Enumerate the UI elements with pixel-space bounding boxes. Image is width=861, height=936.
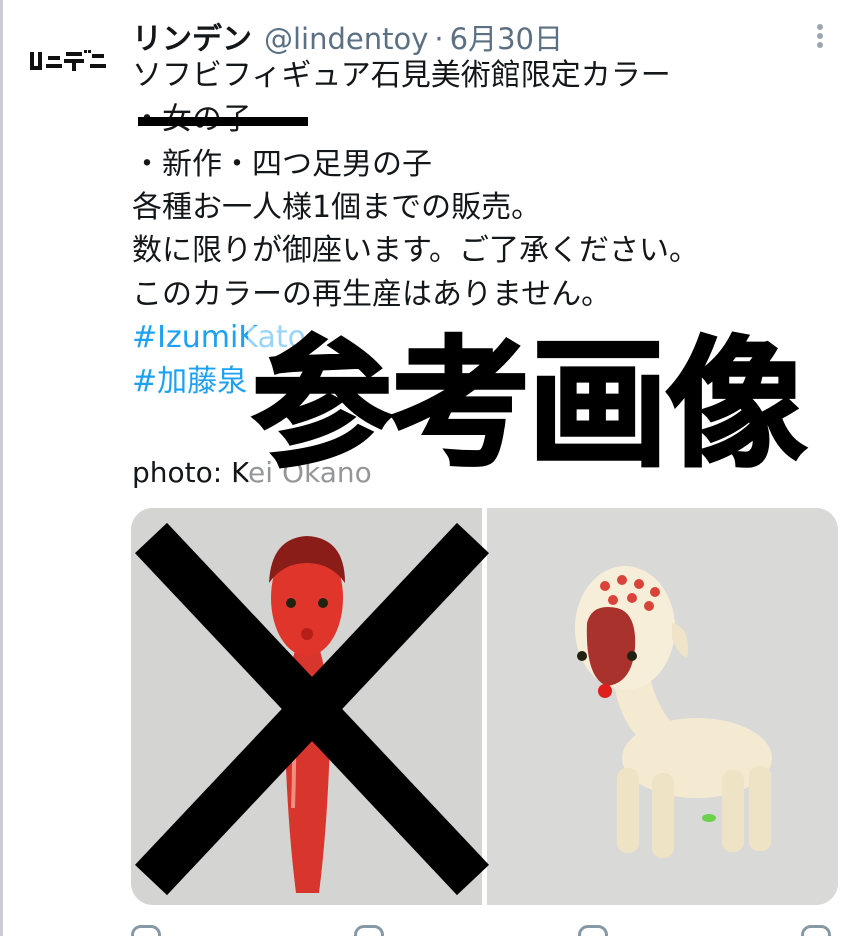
divider [0,0,3,936]
red-figure-photo[interactable] [131,508,482,905]
reply-icon[interactable] [131,925,161,936]
tweet-text-line: 各種お一人様1個までの販売。 [132,190,542,225]
more-options-icon[interactable] [812,24,828,52]
header-separator: · [434,22,444,56]
cream-figure-photo[interactable] [487,508,838,905]
tweet-text-line: このカラーの再生産はありません。 [132,277,612,312]
media-grid [131,508,838,905]
share-icon[interactable] [800,925,831,936]
reference-image-stamp: 参考画像 [248,324,809,487]
strikethrough-bar [138,117,308,126]
retweet-icon[interactable] [354,925,385,936]
like-icon[interactable] [577,925,608,936]
red-standing-figure-icon [131,508,482,905]
tweet-text-line: 数に限りが御座います。ご了承ください。 [132,233,699,268]
tweet-action-bar [131,925,831,936]
tweet-card[interactable]: リンデン @lindentoy · 6月30日 ソフビフィギュア石見美術館限定カ… [0,0,861,936]
cream-four-legged-figure-icon [487,508,838,905]
display-name[interactable]: リンデン [132,14,252,58]
tweet-text-line: ・新作・四つ足男の子 [132,147,432,182]
tweet-date[interactable]: 6月30日 [450,16,563,58]
tweet-header: リンデン @lindentoy · 6月30日 [132,14,563,60]
user-handle[interactable]: @lindentoy [264,22,428,56]
hashtag-link[interactable]: #加藤泉 [132,362,247,402]
avatar[interactable] [30,50,106,72]
linden-logo-icon [30,50,106,71]
tweet-text-line: ソフビフィギュア石見美術館限定カラー [132,58,671,93]
